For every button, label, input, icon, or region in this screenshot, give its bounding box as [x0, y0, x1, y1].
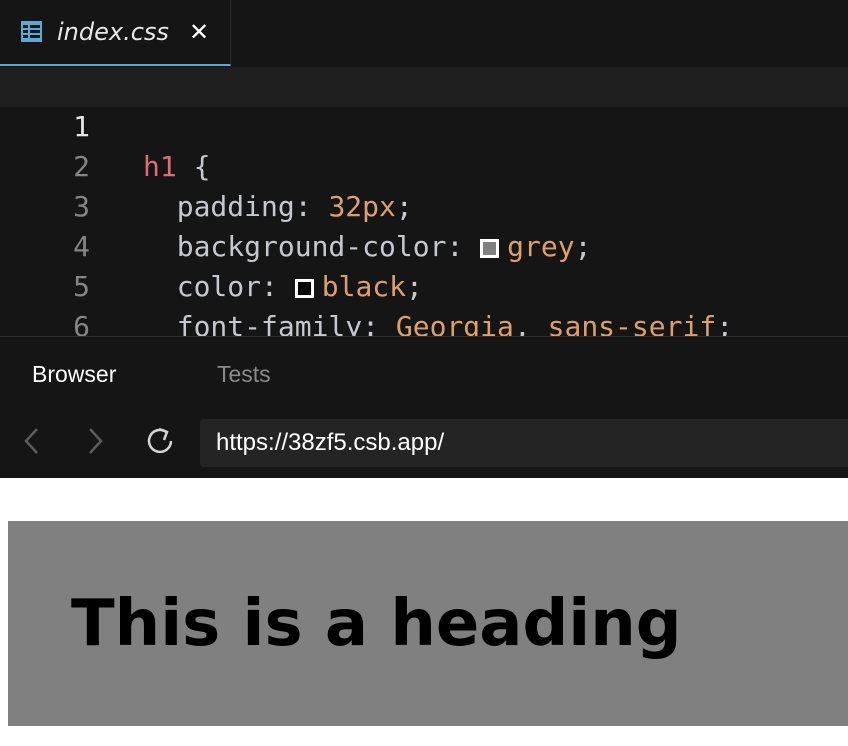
- code-line: 3 background-color: grey;: [0, 147, 848, 263]
- code-line: 6 }: [0, 267, 848, 383]
- url-bar[interactable]: https://38zf5.csb.app/: [200, 419, 848, 467]
- rendered-h1-box: This is a heading: [8, 521, 848, 726]
- browser-preview: This is a heading: [0, 478, 848, 746]
- tab-index-css[interactable]: index.css ✕: [0, 0, 231, 66]
- rendered-heading: This is a heading: [71, 587, 682, 661]
- reload-icon[interactable]: [144, 424, 178, 458]
- close-icon[interactable]: ✕: [189, 16, 209, 48]
- url-text: https://38zf5.csb.app/: [216, 429, 445, 456]
- css-file-icon: [21, 21, 42, 42]
- code-line: 5 font-family: Georgia, sans-serif;: [0, 227, 848, 343]
- editor-tab-bar: index.css ✕: [0, 0, 848, 66]
- code-line: 2 padding: 32px;: [0, 107, 848, 223]
- preview-panel: Browser Tests https://38zf5.csb.app/: [0, 337, 848, 478]
- tab-filename: index.css: [57, 18, 169, 46]
- back-arrow-icon[interactable]: [15, 424, 49, 458]
- tab-tests[interactable]: Tests: [217, 359, 271, 389]
- code-line: 1 h1 {: [0, 67, 848, 183]
- tab-browser[interactable]: Browser: [32, 359, 116, 389]
- code-line: 4 color: black;: [0, 187, 848, 303]
- forward-arrow-icon[interactable]: [78, 424, 112, 458]
- code-editor[interactable]: 1 h1 { 2 padding: 32px; 3 background-col…: [0, 66, 848, 383]
